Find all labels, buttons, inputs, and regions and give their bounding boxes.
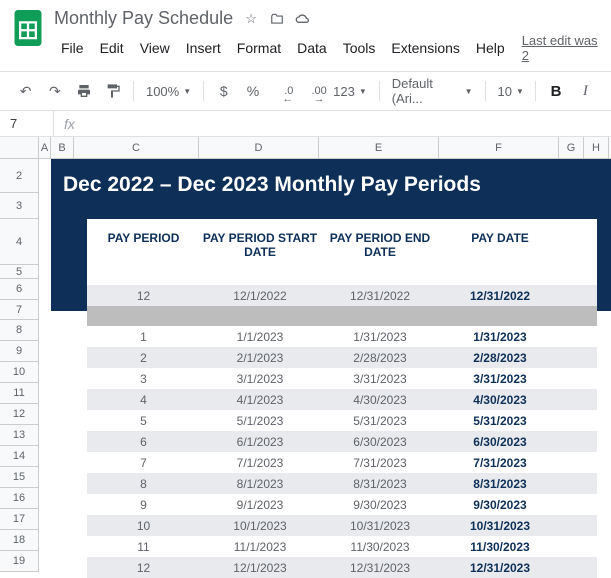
row-header[interactable]: 13	[0, 425, 39, 446]
row-header[interactable]: 4	[0, 219, 39, 265]
formula-bar[interactable]	[85, 111, 611, 136]
row-header[interactable]: 7	[0, 300, 39, 320]
col-header[interactable]: E	[319, 137, 439, 158]
menu-file[interactable]: File	[54, 36, 91, 60]
row-header[interactable]: 16	[0, 488, 39, 509]
row-header[interactable]: 6	[0, 279, 39, 300]
table-row[interactable]: 99/1/20239/30/20239/30/2023	[87, 494, 597, 515]
doc-title[interactable]: Monthly Pay Schedule	[54, 8, 233, 29]
col-header[interactable]: B	[51, 137, 74, 158]
table-row[interactable]: 88/1/20238/31/20238/31/2023	[87, 473, 597, 494]
col-header[interactable]: D	[199, 137, 319, 158]
menu-format[interactable]: Format	[230, 36, 288, 60]
fx-label: fx	[54, 116, 85, 132]
chevron-down-icon: ▼	[183, 87, 191, 96]
select-all-corner[interactable]	[0, 137, 39, 158]
table-row[interactable]: 22/1/20232/28/20232/28/2023	[87, 347, 597, 368]
row-header[interactable]: 9	[0, 341, 39, 362]
row-header[interactable]: 5	[0, 265, 39, 279]
chevron-down-icon: ▼	[516, 87, 524, 96]
percent-button[interactable]: %	[239, 77, 266, 105]
chevron-down-icon: ▼	[359, 87, 367, 96]
pay-table: PAY PERIOD PAY PERIOD START DATE PAY PER…	[87, 219, 597, 578]
italic-button[interactable]: I	[572, 77, 599, 105]
table-row[interactable]: 44/1/20234/30/20234/30/2023	[87, 389, 597, 410]
table-row[interactable]: 1010/1/202310/31/202310/31/2023	[87, 515, 597, 536]
row-header[interactable]: 10	[0, 362, 39, 383]
col-header[interactable]: F	[439, 137, 559, 158]
table-row[interactable]: 66/1/20236/30/20236/30/2023	[87, 431, 597, 452]
decrease-decimal-button[interactable]: .0←	[269, 77, 296, 105]
currency-button[interactable]: $	[210, 77, 237, 105]
chevron-down-icon: ▼	[465, 87, 473, 96]
col-header[interactable]: A	[39, 137, 51, 158]
undo-icon[interactable]: ↶	[12, 77, 39, 105]
th-pay-period: PAY PERIOD	[87, 231, 200, 259]
increase-decimal-button[interactable]: .00→	[298, 77, 325, 105]
name-box[interactable]: 7	[0, 111, 54, 136]
col-header[interactable]: G	[559, 137, 584, 158]
col-header[interactable]: H	[584, 137, 609, 158]
row-header[interactable]: 11	[0, 383, 39, 404]
sheets-logo-icon[interactable]	[12, 8, 44, 48]
menu-view[interactable]: View	[133, 36, 177, 60]
row-header[interactable]: 15	[0, 467, 39, 488]
menu-help[interactable]: Help	[469, 36, 512, 60]
font-dropdown[interactable]: Default (Ari...▼	[386, 72, 479, 110]
font-size-dropdown[interactable]: 10▼	[491, 80, 529, 103]
last-edit-link[interactable]: Last edit was 2	[522, 33, 599, 63]
move-icon[interactable]	[269, 11, 285, 27]
col-header[interactable]: C	[74, 137, 199, 158]
th-start-date: PAY PERIOD START DATE	[200, 231, 320, 259]
table-row[interactable]: 55/1/20235/31/20235/31/2023	[87, 410, 597, 431]
table-row[interactable]: 1212/1/202212/31/202212/31/2022	[87, 285, 597, 306]
row-header[interactable]: 19	[0, 551, 39, 572]
row-header[interactable]: 18	[0, 530, 39, 551]
row-header[interactable]: 14	[0, 446, 39, 467]
cloud-icon[interactable]	[295, 11, 311, 27]
number-format-dropdown[interactable]: 123▼	[327, 80, 373, 103]
table-row[interactable]: 77/1/20237/31/20237/31/2023	[87, 452, 597, 473]
banner-title: Dec 2022 – Dec 2023 Monthly Pay Periods	[51, 159, 611, 211]
row-header[interactable]: 8	[0, 320, 39, 341]
table-row[interactable]: 1212/1/202312/31/202312/31/2023	[87, 557, 597, 578]
spacer-row	[87, 306, 597, 326]
th-end-date: PAY PERIOD END DATE	[320, 231, 440, 259]
menu-data[interactable]: Data	[290, 36, 334, 60]
menu-edit[interactable]: Edit	[93, 36, 131, 60]
row-header[interactable]: 17	[0, 509, 39, 530]
table-row[interactable]: 33/1/20233/31/20233/31/2023	[87, 368, 597, 389]
table-row[interactable]: 1111/1/202311/30/202311/30/2023	[87, 536, 597, 557]
menubar: File Edit View Insert Format Data Tools …	[54, 33, 599, 63]
menu-extensions[interactable]: Extensions	[384, 36, 466, 60]
bold-button[interactable]: B	[542, 77, 569, 105]
paint-format-icon[interactable]	[100, 77, 127, 105]
print-icon[interactable]	[71, 77, 98, 105]
menu-insert[interactable]: Insert	[179, 36, 228, 60]
star-icon[interactable]: ☆	[243, 11, 259, 27]
th-pay-date: PAY DATE	[440, 231, 560, 259]
zoom-dropdown[interactable]: 100%▼	[140, 80, 197, 103]
toolbar: ↶ ↷ 100%▼ $ % .0← .00→ 123▼ Default (Ari…	[0, 71, 611, 111]
row-header[interactable]: 12	[0, 404, 39, 425]
table-row[interactable]: 11/1/20231/31/20231/31/2023	[87, 326, 597, 347]
row-header[interactable]: 2	[0, 159, 39, 193]
menu-tools[interactable]: Tools	[336, 36, 383, 60]
redo-icon[interactable]: ↷	[41, 77, 68, 105]
row-header[interactable]: 3	[0, 193, 39, 219]
